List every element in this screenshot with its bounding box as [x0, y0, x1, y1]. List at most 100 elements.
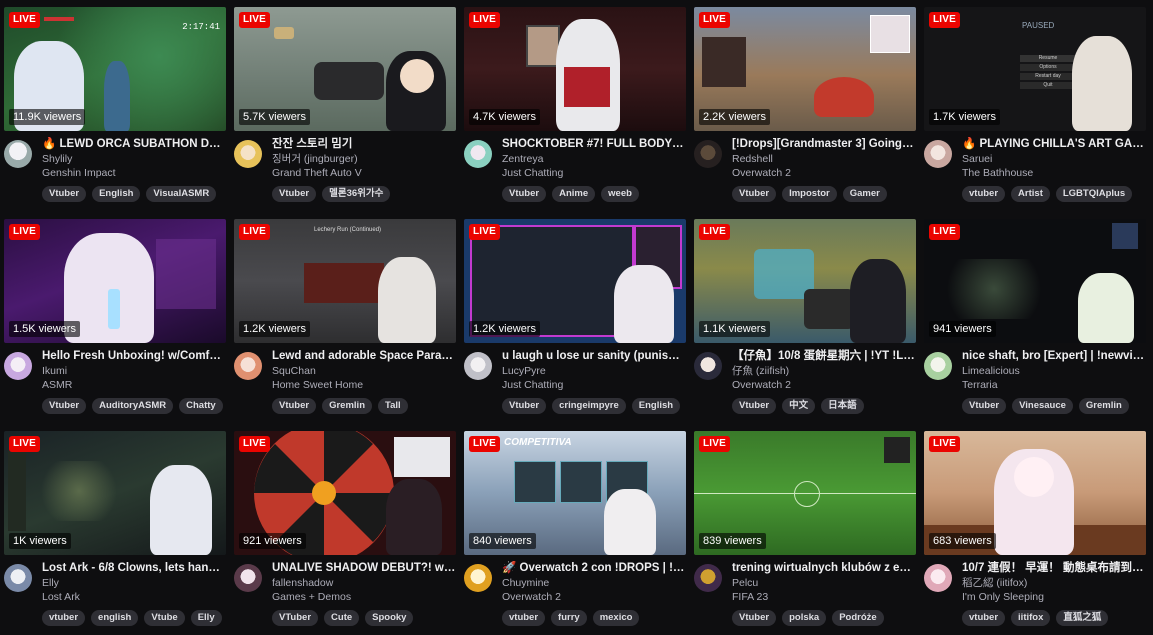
tag[interactable]: 中文	[782, 398, 816, 414]
channel-name[interactable]: 징버거 (jingburger)	[272, 152, 456, 166]
channel-avatar[interactable]	[694, 140, 722, 168]
game-name[interactable]: Terraria	[962, 378, 1146, 392]
tag[interactable]: Gamer	[842, 186, 887, 202]
stream-thumbnail[interactable]: LIVE 2.2K viewers	[694, 7, 916, 131]
tag[interactable]: Vtuber	[962, 398, 1007, 414]
tag[interactable]: VTuber	[272, 610, 319, 626]
tag[interactable]: Vtuber	[42, 398, 87, 414]
channel-avatar[interactable]	[4, 352, 32, 380]
tag[interactable]: AuditoryASMR	[92, 398, 174, 414]
stream-card[interactable]: LIVE 1.2K viewers u laugh u lose ur sani…	[464, 219, 686, 423]
stream-thumbnail[interactable]: LIVE 4.7K viewers	[464, 7, 686, 131]
tag[interactable]: Tall	[378, 398, 408, 414]
channel-name[interactable]: 稻乙綛 (iitifox)	[962, 576, 1146, 590]
tag[interactable]: cringeimpyre	[552, 398, 626, 414]
game-name[interactable]: Genshin Impact	[42, 166, 226, 180]
tag[interactable]: vtuber	[962, 186, 1006, 202]
tag[interactable]: Vtuber	[272, 398, 317, 414]
tag[interactable]: iitifox	[1011, 610, 1051, 626]
tag[interactable]: Vtuber	[502, 186, 547, 202]
channel-avatar[interactable]	[464, 140, 492, 168]
stream-card[interactable]: LIVE 5.7K viewers 잔잔 스토리 밈기 징버거 (jingbur…	[234, 7, 456, 211]
stream-title[interactable]: Hello Fresh Unboxing! w/Comfy A...	[42, 349, 226, 364]
tag[interactable]: Cute	[324, 610, 360, 626]
game-name[interactable]: Games + Demos	[272, 590, 456, 604]
channel-name[interactable]: Ikumi	[42, 364, 226, 378]
tag[interactable]: Vtuber	[272, 186, 317, 202]
stream-card[interactable]: LIVE 839 viewers trening wirtualnych klu…	[694, 431, 916, 635]
game-name[interactable]: Lost Ark	[42, 590, 226, 604]
tag[interactable]: Chatty	[179, 398, 223, 414]
tag[interactable]: mexico	[592, 610, 640, 626]
stream-title[interactable]: Lost Ark - 6/8 Clowns, lets hang o...	[42, 561, 226, 576]
stream-thumbnail[interactable]: 2:17:41 LIVE 11.9K viewers	[4, 7, 226, 131]
tag[interactable]: Anime	[552, 186, 596, 202]
stream-card[interactable]: LIVE 921 viewers UNALIVE SHADOW DEBUT?! …	[234, 431, 456, 635]
tag[interactable]: Artist	[1011, 186, 1050, 202]
stream-thumbnail[interactable]: COMPETITIVA LIVE 840 viewers	[464, 431, 686, 555]
game-name[interactable]: Grand Theft Auto V	[272, 166, 456, 180]
stream-title[interactable]: nice shaft, bro [Expert] | !newvid !t...	[962, 349, 1146, 364]
tag[interactable]: Vtuber	[732, 610, 777, 626]
stream-thumbnail[interactable]: LIVE 1.1K viewers	[694, 219, 916, 343]
tag[interactable]: polska	[782, 610, 827, 626]
channel-avatar[interactable]	[234, 352, 262, 380]
tag[interactable]: weeb	[601, 186, 639, 202]
tag[interactable]: Impostor	[782, 186, 837, 202]
stream-card[interactable]: LIVE 1.5K viewers Hello Fresh Unboxing! …	[4, 219, 226, 423]
game-name[interactable]: Overwatch 2	[732, 378, 916, 392]
tag[interactable]: Podróże	[832, 610, 884, 626]
tag[interactable]: Vtube	[144, 610, 185, 626]
channel-avatar[interactable]	[694, 564, 722, 592]
tag[interactable]: Gremlin	[1078, 398, 1129, 414]
stream-title[interactable]: 🔥 PLAYING CHILLA'S ART GAMES...	[962, 137, 1146, 152]
stream-title[interactable]: 10/7 連假！ 早運！ 動態桌布請到DC#...	[962, 561, 1146, 576]
stream-title[interactable]: UNALIVE SHADOW DEBUT?! who's...	[272, 561, 456, 576]
channel-name[interactable]: LucyPyre	[502, 364, 686, 378]
channel-avatar[interactable]	[234, 140, 262, 168]
stream-thumbnail[interactable]: LIVE 1K viewers	[4, 431, 226, 555]
stream-thumbnail[interactable]: LIVE 941 viewers	[924, 219, 1146, 343]
stream-title[interactable]: u laugh u lose ur sanity (punishme...	[502, 349, 686, 364]
stream-card[interactable]: LIVE 683 viewers 10/7 連假！ 早運！ 動態桌布請到DC#.…	[924, 431, 1146, 635]
tag[interactable]: vtuber	[42, 610, 86, 626]
tag[interactable]: English	[631, 398, 681, 414]
stream-title[interactable]: Lewd and adorable Space Paralysi...	[272, 349, 456, 364]
tag[interactable]: 直狐之狐	[1056, 610, 1109, 626]
channel-name[interactable]: 仔魚 (ziifish)	[732, 364, 916, 378]
tag[interactable]: vtuber	[962, 610, 1006, 626]
stream-thumbnail[interactable]: LIVE 683 viewers	[924, 431, 1146, 555]
game-name[interactable]: Overwatch 2	[502, 590, 686, 604]
tag[interactable]: LGBTQIAplus	[1055, 186, 1133, 202]
tag[interactable]: Gremlin	[322, 398, 372, 414]
stream-title[interactable]: trening wirtualnych klubów z ekip...	[732, 561, 916, 576]
channel-name[interactable]: Limealicious	[962, 364, 1146, 378]
stream-card[interactable]: LIVE 2.2K viewers [!Drops][Grandmaster 3…	[694, 7, 916, 211]
channel-name[interactable]: Chuymine	[502, 576, 686, 590]
stream-title[interactable]: SHOCKTOBER #7! FULL BODY + N...	[502, 137, 686, 152]
game-name[interactable]: Home Sweet Home	[272, 378, 456, 392]
channel-avatar[interactable]	[464, 564, 492, 592]
stream-title[interactable]: 🚀 Overwatch 2 con !DROPS | !r...	[502, 561, 686, 576]
stream-card[interactable]: LIVE 1.1K viewers 【仔魚】10/8 蛋餅星期六 | !YT !…	[694, 219, 916, 423]
tag[interactable]: Vinesauce	[1012, 398, 1073, 414]
channel-avatar[interactable]	[694, 352, 722, 380]
tag[interactable]: Spooky	[365, 610, 414, 626]
stream-thumbnail[interactable]: LIVE 1.2K viewers	[464, 219, 686, 343]
tag[interactable]: vtuber	[502, 610, 546, 626]
tag[interactable]: english	[91, 610, 139, 626]
game-name[interactable]: Just Chatting	[502, 378, 686, 392]
stream-title[interactable]: 🔥 LEWD ORCA SUBATHON DAY 3...	[42, 137, 226, 152]
tag[interactable]: Elly	[190, 610, 222, 626]
stream-title[interactable]: 잔잔 스토리 밈기	[272, 137, 456, 152]
tag[interactable]: 멜론36위가수	[322, 186, 391, 202]
channel-name[interactable]: fallenshadow	[272, 576, 456, 590]
game-name[interactable]: ASMR	[42, 378, 226, 392]
channel-name[interactable]: Elly	[42, 576, 226, 590]
channel-name[interactable]: SquChan	[272, 364, 456, 378]
channel-avatar[interactable]	[4, 140, 32, 168]
stream-thumbnail[interactable]: LIVE 921 viewers	[234, 431, 456, 555]
channel-name[interactable]: Pelcu	[732, 576, 916, 590]
tag[interactable]: Vtuber	[502, 398, 547, 414]
stream-thumbnail[interactable]: LIVE 5.7K viewers	[234, 7, 456, 131]
